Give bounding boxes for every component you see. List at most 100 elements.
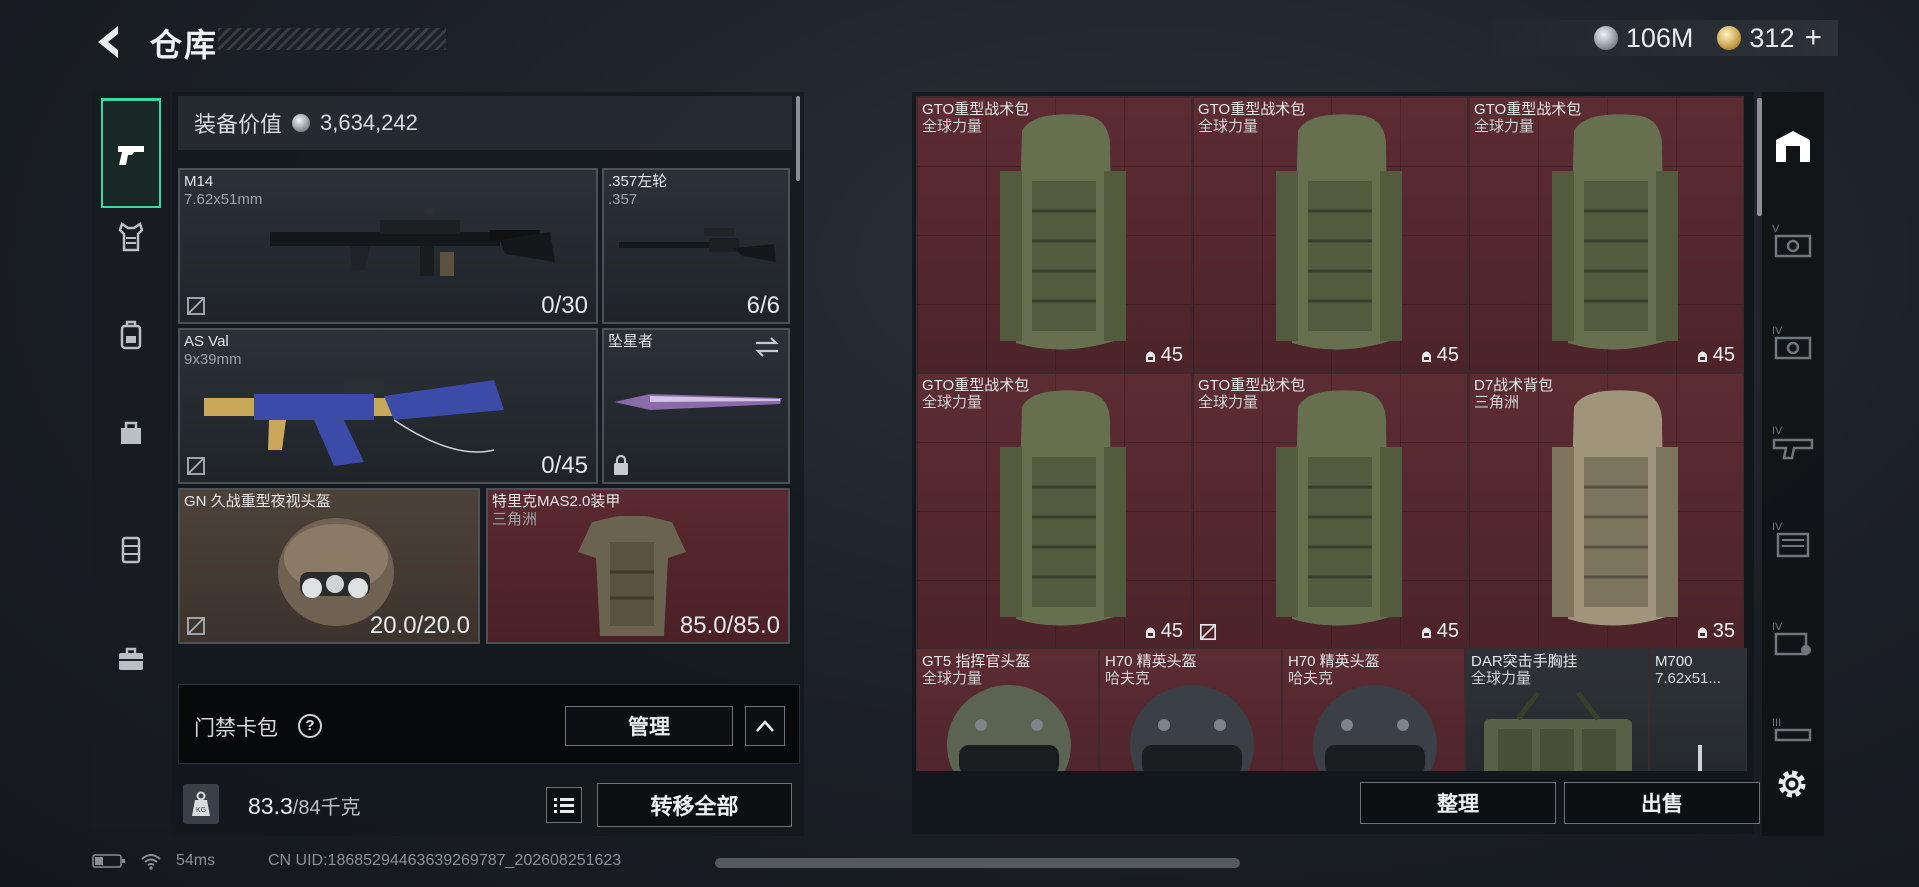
pistol-icon <box>118 145 144 165</box>
add-currency-button[interactable]: + <box>1804 21 1822 55</box>
capacity-icon <box>1421 627 1431 638</box>
stash-item[interactable]: H70 精英头盔 哈夫克 <box>1099 648 1282 771</box>
stash-item[interactable]: GTO重型战术包 全球力量 45 <box>916 96 1192 372</box>
ping-value: 54ms <box>176 852 216 869</box>
item-capacity: 45 <box>1144 620 1183 643</box>
svg-text:IV: IV <box>1772 325 1783 337</box>
item-faction: 哈夫克 <box>1288 670 1334 687</box>
tab-chest-rigs[interactable] <box>101 494 161 604</box>
manage-button[interactable]: 管理 <box>565 706 733 746</box>
stash-item[interactable]: GT5 指挥官头盔 全球力量 <box>916 648 1099 771</box>
silver-amount: 106M <box>1625 22 1694 53</box>
item-faction: 全球力量 <box>922 118 983 135</box>
list-view-button[interactable] <box>546 787 582 823</box>
svg-text:IV: IV <box>1772 425 1783 437</box>
backpack-image <box>1276 390 1402 626</box>
durability: 85.0/85.0 <box>679 612 780 639</box>
capacity-value: 45 <box>1436 620 1459 642</box>
as-val-rifle-image <box>204 380 504 466</box>
tab-pouches[interactable] <box>101 378 161 488</box>
briefcase-icon <box>119 647 143 670</box>
pouch-icon <box>121 421 141 444</box>
stash-item[interactable]: GTO重型战术包 全球力量 45 <box>916 372 1192 648</box>
no-mod-icon <box>1199 623 1217 641</box>
filter-tier-iv-weapons[interactable]: IV <box>1768 418 1818 468</box>
filter-tier-v[interactable]: V <box>1768 216 1818 266</box>
item-faction: 全球力量 <box>1198 394 1259 411</box>
m14-rifle-image <box>270 205 555 276</box>
item-name: H70 精英头盔 <box>1288 653 1380 670</box>
gear-icon <box>1778 770 1806 798</box>
stash-item[interactable]: D7战术背包 三角洲 35 <box>1468 372 1744 648</box>
help-icon[interactable]: ? <box>298 714 322 738</box>
transfer-all-button[interactable]: 转移全部 <box>597 783 792 827</box>
silver-coin-icon <box>1593 26 1618 50</box>
category-sidebar <box>92 92 170 828</box>
stash-item[interactable]: GTO重型战术包 全球力量 45 <box>1192 372 1468 648</box>
slot-secondary-weapon[interactable]: .357左轮 .357 6/6 <box>602 168 790 324</box>
tab-cases[interactable] <box>101 604 161 714</box>
swap-icon[interactable] <box>754 336 780 358</box>
item-name: GT5 指挥官头盔 <box>922 653 1031 670</box>
svg-text:III: III <box>1772 717 1781 729</box>
filter-tier-iii[interactable]: III <box>1768 706 1818 756</box>
user-uid: CN UID:18685294463639269787_202608251623 <box>268 852 622 869</box>
slot-helmet[interactable]: GN 久战重型夜视头盔 20.0/20.0 <box>178 488 480 644</box>
sort-button[interactable]: 整理 <box>1360 782 1556 824</box>
backpack-image <box>1000 114 1126 350</box>
slot-melee[interactable]: 坠星者 <box>602 328 790 484</box>
helmet-image <box>947 685 1071 771</box>
collapse-button[interactable] <box>745 706 785 746</box>
svg-text:IV: IV <box>1772 621 1783 633</box>
capacity-value: 45 <box>1712 344 1735 366</box>
tab-backpacks[interactable] <box>101 280 161 390</box>
filter-tier-iv-keys[interactable]: IV <box>1768 614 1818 664</box>
home-indicator <box>715 858 1240 868</box>
stash-item[interactable]: M700 7.62x51... <box>1649 648 1747 771</box>
item-name: .357左轮 <box>608 173 668 190</box>
slot-primary-weapon[interactable]: M14 7.62x51mm 0/30 <box>178 168 598 324</box>
stash-item[interactable]: DAR突击手胸挂 全球力量 <box>1465 648 1649 771</box>
tier-iii-icon: III <box>1772 717 1812 742</box>
item-name: D7战术背包 <box>1474 377 1554 394</box>
back-arrow-icon[interactable] <box>92 22 126 62</box>
ammo-count: 0/45 <box>541 452 588 479</box>
stash-grid: GTO重型战术包 全球力量 45 GTO重型战术包 全球力量 45 GTO重型战术包 全球… <box>916 96 1748 771</box>
chest-rig-image <box>1484 691 1632 771</box>
item-faction: 7.62x51... <box>1655 670 1721 687</box>
slot-second-primary[interactable]: AS Val 9x39mm 0/45 <box>178 328 598 484</box>
item-name: 特里克MAS2.0装甲 <box>492 493 621 510</box>
tier-iv-key-icon: IV <box>1772 621 1811 656</box>
stash-item[interactable]: GTO重型战术包 全球力量 45 <box>1468 96 1744 372</box>
item-name: DAR突击手胸挂 <box>1471 653 1578 670</box>
armor-vest-image <box>578 516 686 636</box>
item-faction: 全球力量 <box>1471 670 1532 687</box>
stash-item[interactable]: H70 精英头盔 哈夫克 <box>1282 648 1465 771</box>
tier-iv-case-icon: IV <box>1772 521 1810 558</box>
filter-all[interactable] <box>1768 122 1818 172</box>
gold-amount: 312 <box>1749 22 1795 53</box>
slot-body-armor[interactable]: 特里克MAS2.0装甲 三角洲 85.0/85.0 <box>486 488 790 644</box>
loadout-scrollbar[interactable] <box>796 96 800 181</box>
ammo-count: 6/6 <box>746 292 780 319</box>
backpack-image <box>1552 390 1678 626</box>
item-caliber: .357 <box>608 191 638 208</box>
filter-tier-iv-cases[interactable]: IV <box>1768 514 1818 564</box>
helmet-image <box>1130 685 1254 771</box>
silver-currency: 106M <box>1593 22 1694 54</box>
weight-icon: KG <box>183 784 219 824</box>
tab-armor[interactable] <box>101 182 161 292</box>
battery-icon <box>92 854 125 868</box>
chest-rig-icon <box>121 536 141 564</box>
sell-button[interactable]: 出售 <box>1564 782 1760 824</box>
helmet-image <box>1313 685 1437 771</box>
capacity-value: 45 <box>1436 344 1459 366</box>
item-name: M700 <box>1655 653 1693 670</box>
item-faction: 哈夫克 <box>1105 670 1151 687</box>
stash-item[interactable]: GTO重型战术包 全球力量 45 <box>1192 96 1468 372</box>
tier-iv-weapon-icon: IV <box>1772 425 1814 460</box>
item-faction: 全球力量 <box>922 394 983 411</box>
settings-button[interactable] <box>1770 762 1814 806</box>
filter-tier-iv[interactable]: IV <box>1768 318 1818 368</box>
item-faction: 全球力量 <box>1474 118 1535 135</box>
